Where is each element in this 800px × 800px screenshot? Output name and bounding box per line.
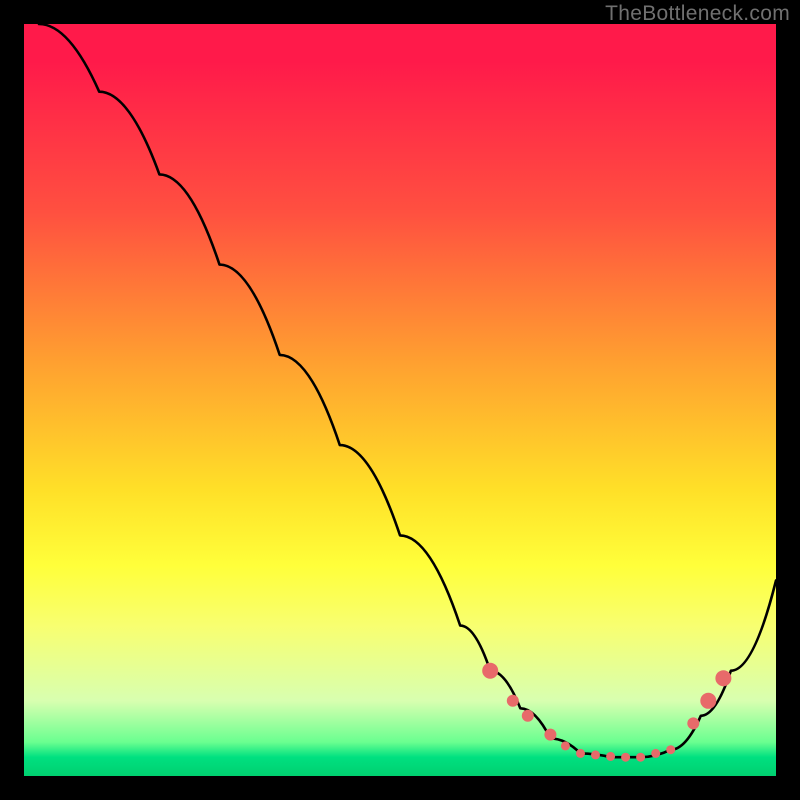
curve-marker <box>591 750 600 759</box>
curve-marker <box>576 749 585 758</box>
watermark-text: TheBottleneck.com <box>605 2 790 26</box>
curve-marker <box>561 741 570 750</box>
curve-marker <box>700 693 716 709</box>
bottleneck-curve <box>39 24 776 757</box>
chart-svg <box>24 24 776 776</box>
curve-marker <box>507 695 519 707</box>
curve-marker <box>522 710 534 722</box>
curve-marker <box>715 670 731 686</box>
chart-frame: TheBottleneck.com <box>0 0 800 800</box>
curve-marker <box>651 749 660 758</box>
curve-marker <box>606 752 615 761</box>
curve-marker <box>544 729 556 741</box>
curve-marker <box>482 663 498 679</box>
plot-area <box>24 24 776 776</box>
curve-marker <box>636 753 645 762</box>
curve-marker <box>621 753 630 762</box>
curve-markers <box>482 663 731 762</box>
curve-marker <box>687 717 699 729</box>
curve-marker <box>666 745 675 754</box>
